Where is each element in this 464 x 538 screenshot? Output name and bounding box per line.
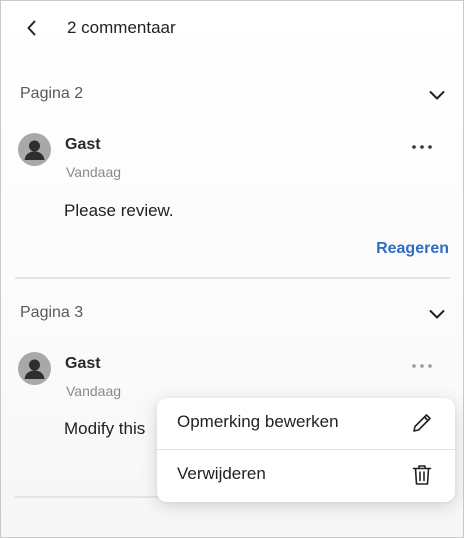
delete-comment-menu-item[interactable]: Verwijderen [157, 450, 455, 501]
avatar [18, 133, 51, 166]
pencil-icon [409, 410, 435, 436]
comment-text: Modify this [64, 419, 146, 438]
comments-panel: 2 commentaar Pagina 2 Gast Vandaag Pleas… [0, 0, 464, 538]
comment-author: Gast [65, 355, 101, 372]
collapse-button[interactable] [427, 85, 447, 105]
trash-icon [409, 462, 435, 488]
comment-context-menu: Opmerking bewerken Verwijderen [157, 398, 455, 502]
comment-date: Vandaag [66, 383, 122, 399]
panel-header: 2 commentaar [1, 1, 463, 57]
chevron-down-icon [429, 91, 445, 100]
section-header-page-2[interactable]: Pagina 2 [1, 75, 463, 115]
page-title: 2 commentaar [67, 18, 176, 37]
section-header-page-3[interactable]: Pagina 3 [1, 294, 463, 334]
more-horizontal-icon [412, 145, 432, 149]
comment-text: Please review. [64, 201, 174, 220]
chevron-down-icon [429, 310, 445, 319]
chevron-left-icon [27, 20, 36, 36]
comment-author: Gast [65, 136, 101, 153]
more-options-button[interactable] [409, 137, 435, 157]
collapse-button[interactable] [427, 304, 447, 324]
reply-button[interactable]: Reageren [376, 240, 449, 258]
section-label: Pagina 3 [20, 304, 84, 321]
section-label: Pagina 2 [20, 85, 84, 102]
back-button[interactable] [19, 15, 45, 41]
comment-date: Vandaag [66, 164, 122, 180]
comment-item: Gast Vandaag Please review. Reageren [1, 133, 463, 263]
more-options-button[interactable] [409, 356, 435, 376]
person-icon [24, 140, 45, 160]
person-icon [24, 359, 45, 379]
section-divider [15, 277, 450, 279]
edit-comment-menu-item[interactable]: Opmerking bewerken [157, 398, 455, 449]
avatar [18, 352, 51, 385]
menu-item-label: Verwijderen [177, 464, 266, 483]
menu-item-label: Opmerking bewerken [177, 412, 339, 431]
more-horizontal-icon [412, 364, 432, 368]
